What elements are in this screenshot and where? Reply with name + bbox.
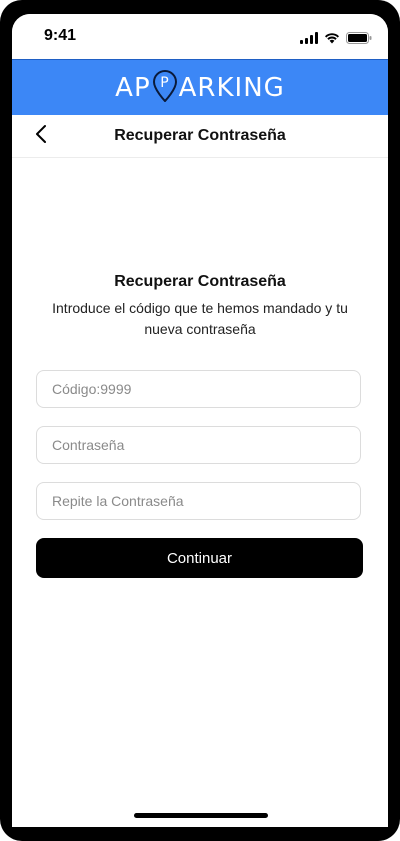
repeat-password-input[interactable] bbox=[37, 483, 360, 519]
screen: 9:41 AP P ARKING Recuperar Contraseña Re… bbox=[12, 14, 388, 827]
app-brand-header: AP P ARKING bbox=[12, 59, 388, 116]
logo-pin-letter: P bbox=[160, 75, 169, 91]
password-input[interactable] bbox=[37, 427, 360, 463]
status-time: 9:41 bbox=[44, 27, 77, 44]
battery-icon bbox=[346, 31, 372, 49]
section-heading: Recuperar Contraseña bbox=[114, 273, 286, 290]
logo-text-start: AP bbox=[115, 72, 151, 103]
app-logo: AP P ARKING bbox=[115, 68, 285, 107]
code-input[interactable] bbox=[37, 371, 360, 407]
phone-frame: 9:41 AP P ARKING Recuperar Contraseña Re… bbox=[0, 0, 400, 841]
navigation-bar: Recuperar Contraseña bbox=[12, 115, 388, 158]
repeat-password-field[interactable] bbox=[36, 482, 361, 520]
code-field[interactable] bbox=[36, 370, 361, 408]
section-instructions: Introduce el código que te hemos mandado… bbox=[52, 300, 348, 337]
cellular-signal-icon bbox=[300, 31, 318, 49]
wifi-icon bbox=[324, 31, 340, 49]
location-pin-icon: P bbox=[152, 69, 177, 109]
logo-text-end: ARKING bbox=[178, 72, 285, 103]
status-icons bbox=[300, 31, 372, 49]
password-field[interactable] bbox=[36, 426, 361, 464]
page-title: Recuperar Contraseña bbox=[114, 127, 286, 144]
continue-button[interactable]: Continuar bbox=[36, 538, 363, 578]
home-indicator bbox=[134, 813, 268, 818]
status-bar: 9:41 bbox=[12, 14, 388, 59]
